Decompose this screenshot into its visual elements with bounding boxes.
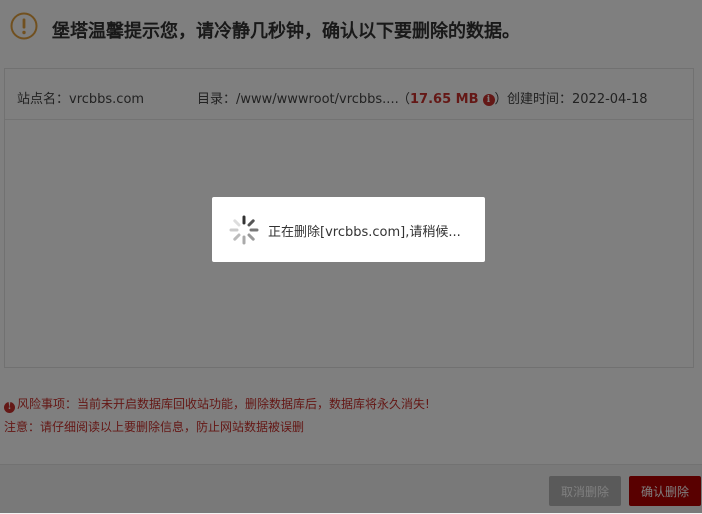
loading-toast: 正在删除[vrcbbs.com],请稍候... bbox=[212, 197, 485, 262]
loading-text: 正在删除[vrcbbs.com],请稍候... bbox=[268, 225, 461, 240]
spinner-icon bbox=[229, 215, 259, 245]
